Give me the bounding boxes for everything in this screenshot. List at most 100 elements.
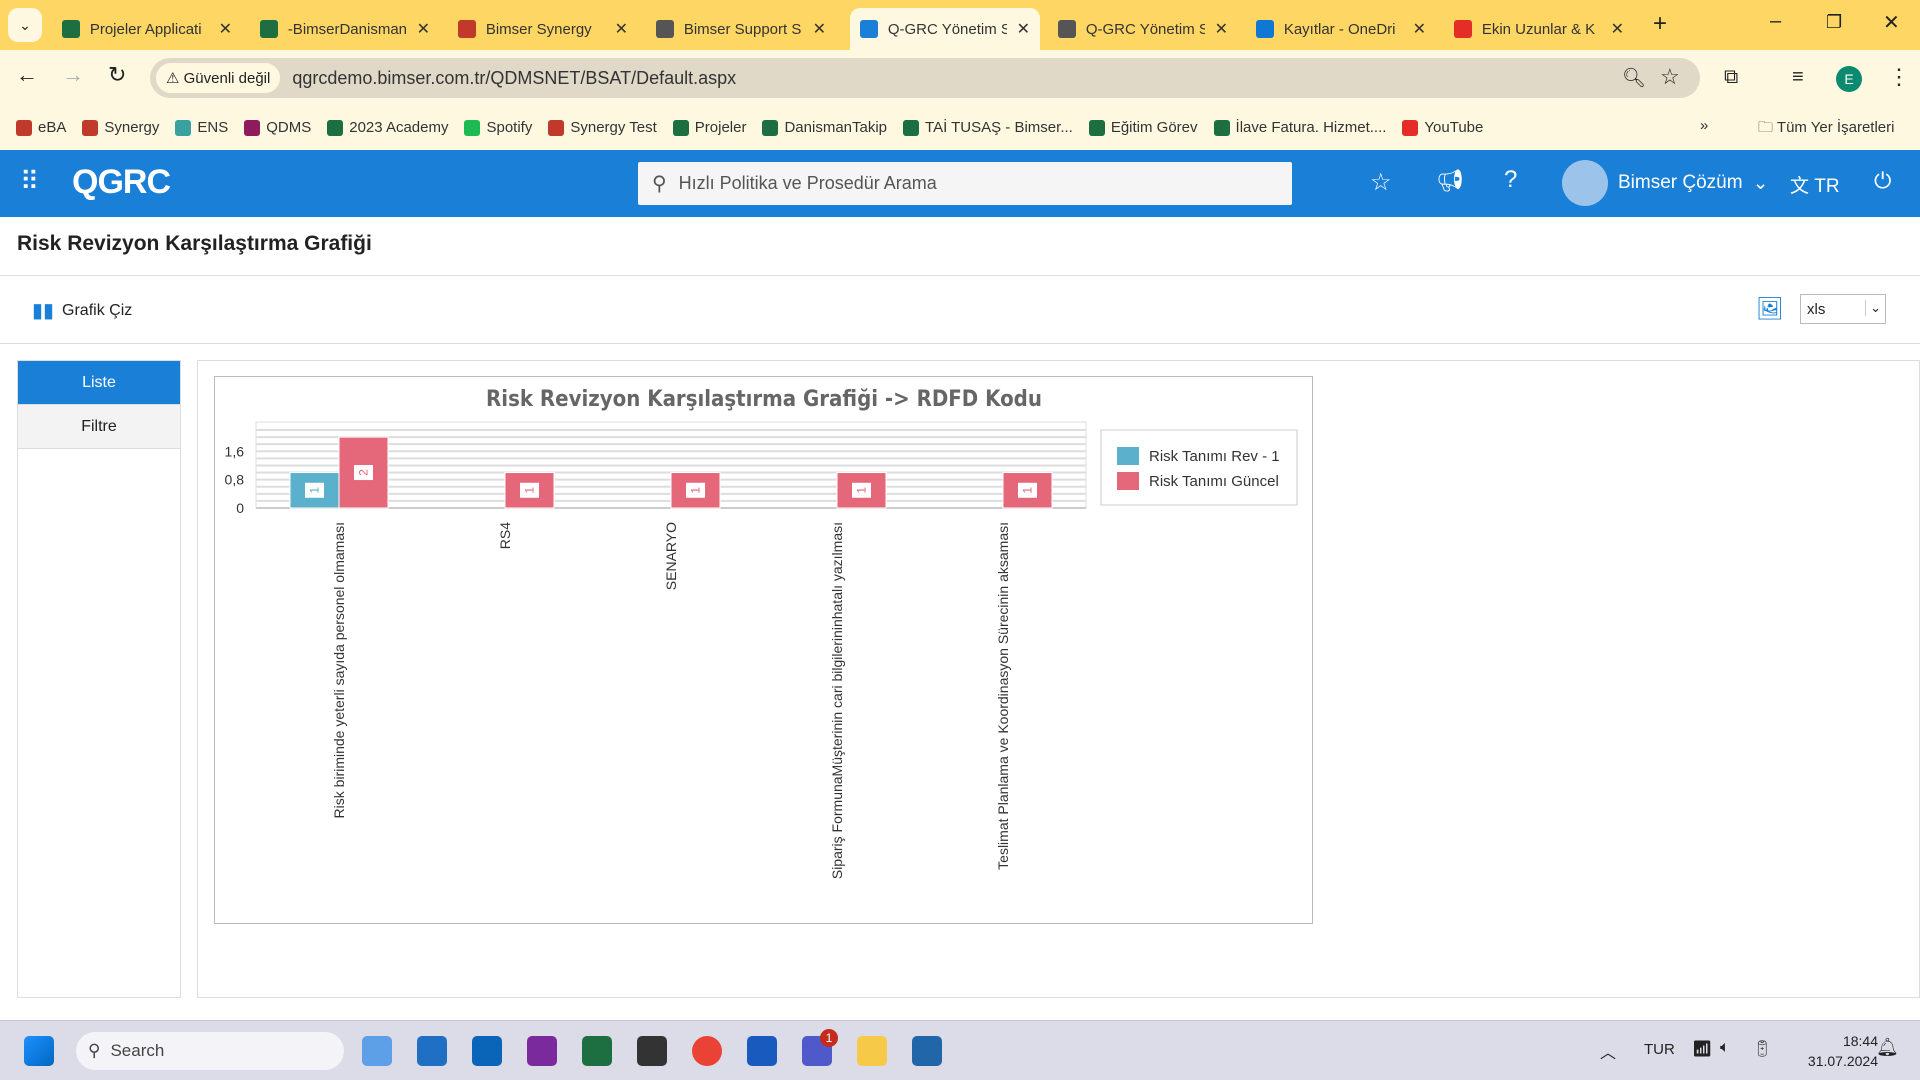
data-label: 1 — [855, 487, 869, 494]
outlook-icon[interactable] — [472, 1036, 502, 1066]
wifi-icon[interactable]: 📶︎ — [1692, 1039, 1712, 1059]
close-tab-icon[interactable]: ✕ — [615, 19, 628, 39]
bookmark-item[interactable]: eBA — [16, 119, 66, 136]
media-icon[interactable]: ≡ — [1792, 66, 1804, 89]
tab-search-button[interactable]: ⌄ — [8, 8, 42, 42]
defender-icon[interactable] — [912, 1036, 942, 1066]
volume-icon[interactable]: 🔈︎ — [1720, 1039, 1730, 1057]
tab-1[interactable]: -BimserDanismanl ✕ — [250, 8, 440, 50]
bookmark-icon — [175, 119, 192, 136]
bookmark-item[interactable]: Eğitim Görev — [1088, 119, 1198, 136]
bookmark-icon — [464, 119, 481, 136]
reload-button[interactable]: ↻ — [108, 62, 126, 88]
policy-search-input[interactable]: ⚲ Hızlı Politika ve Prosedür Arama — [638, 162, 1292, 205]
notification-badge: 1 — [820, 1029, 838, 1047]
bookmark-item[interactable]: 2023 Academy — [327, 119, 448, 136]
clock[interactable]: 18:44 31.07.2024 — [1790, 1031, 1878, 1071]
input-language[interactable]: TUR — [1644, 1041, 1675, 1058]
bookmark-item[interactable]: Projeler — [672, 119, 746, 136]
tab-4[interactable]: Q-GRC Yönetim S ✕ — [850, 8, 1040, 50]
tab-2[interactable]: Bimser Synergy ✕ — [448, 8, 638, 50]
excel-icon[interactable] — [582, 1036, 612, 1066]
chart-container: Risk Revizyon Karşılaştırma Grafiği -> R… — [214, 376, 1313, 924]
tab-6[interactable]: Kayıtlar - OneDri ✕ — [1246, 8, 1436, 50]
sidebar-item-liste[interactable]: Liste — [18, 361, 180, 405]
start-icon[interactable] — [24, 1036, 54, 1066]
tab-7[interactable]: Ekin Uzunlar & K ✕ — [1444, 8, 1634, 50]
bookmark-item[interactable]: QDMS — [244, 119, 311, 136]
close-tab-icon[interactable]: ✕ — [1017, 19, 1030, 39]
announcements-icon[interactable]: 📢︎ — [1436, 168, 1464, 194]
bookmark-icon — [244, 119, 261, 136]
favorites-icon[interactable]: ☆ — [1370, 168, 1392, 197]
tray-chevron-icon[interactable]: ︿ — [1600, 1039, 1616, 1063]
tab-0[interactable]: Projeler Applicati ✕ — [52, 8, 242, 50]
omnibox[interactable]: ⚠ Güvenli değil qgrcdemo.bimser.com.tr/Q… — [150, 58, 1700, 98]
word-icon[interactable] — [747, 1036, 777, 1066]
search-icon: ⚲ — [652, 173, 667, 195]
chrome-icon[interactable] — [692, 1036, 722, 1066]
export-image-icon[interactable]: 🖼︎ — [1756, 296, 1784, 322]
close-tab-icon[interactable]: ✕ — [1611, 19, 1624, 39]
bookmark-icon — [16, 119, 32, 136]
close-tab-icon[interactable]: ✕ — [417, 19, 430, 39]
widgets-icon[interactable] — [417, 1036, 447, 1066]
app-logo[interactable]: QGRC — [72, 163, 171, 202]
tab-3[interactable]: Bimser Support S ✕ — [646, 8, 836, 50]
x-tick-label: Teslimat Planlama ve Koordinasyon Süreci… — [995, 522, 1011, 870]
zoom-icon[interactable]: 🔍︎ — [1622, 66, 1646, 90]
file-explorer-icon[interactable] — [857, 1036, 887, 1066]
taskbar-search[interactable]: ⚲ Search — [76, 1032, 344, 1070]
menu-icon[interactable]: ⋮ — [1888, 64, 1910, 90]
help-icon[interactable]: ? — [1504, 166, 1517, 194]
battery-icon[interactable]: 🔋︎ — [1752, 1039, 1772, 1059]
close-tab-icon[interactable]: ✕ — [219, 19, 232, 39]
new-tab-button[interactable]: + — [1653, 10, 1667, 38]
onenote-icon[interactable] — [527, 1036, 557, 1066]
youtube-icon — [1454, 20, 1472, 38]
sticky-notes-icon[interactable] — [637, 1036, 667, 1066]
draw-chart-button[interactable]: ▮▮ Grafik Çiz — [32, 298, 132, 323]
minimize-button[interactable]: – — [1770, 10, 1781, 33]
divider — [0, 275, 1920, 276]
sidebar-item-filtre[interactable]: Filtre — [18, 405, 180, 449]
bookmark-star-icon[interactable]: ☆ — [1660, 64, 1680, 90]
export-format-select[interactable]: xls ⌄ — [1800, 294, 1886, 324]
bookmark-icon — [327, 119, 344, 136]
bookmark-icon — [1402, 119, 1419, 136]
close-tab-icon[interactable]: ✕ — [1215, 19, 1228, 39]
tab-5[interactable]: Q-GRC Yönetim S ✕ — [1048, 8, 1238, 50]
language-switch[interactable]: 文 TR — [1790, 171, 1840, 198]
bookmark-item[interactable]: TAİ TUSAŞ - Bimser... — [903, 119, 1073, 136]
bookmark-item[interactable]: ENS — [175, 119, 228, 136]
close-tab-icon[interactable]: ✕ — [813, 19, 826, 39]
apps-grid-icon[interactable]: ⠿ — [20, 168, 39, 194]
notifications-bell-icon[interactable]: 🔔︎ — [1876, 1037, 1899, 1058]
x-tick-label: Risk biriminde yeterli sayıda personel o… — [331, 522, 347, 818]
more-bookmarks-icon[interactable]: » — [1700, 117, 1708, 134]
user-menu[interactable]: Bimser Çözüm ⌄ — [1562, 160, 1769, 206]
bookmarks-bar: eBA Synergy ENS QDMS 2023 Academy Spotify Syne… — [0, 105, 1920, 150]
close-window-button[interactable]: ✕ — [1883, 10, 1900, 35]
logout-icon[interactable]: ⏻ — [1874, 168, 1891, 194]
bookmark-item[interactable]: Synergy — [82, 119, 159, 136]
forward-button[interactable]: → — [62, 62, 84, 88]
bookmark-item[interactable]: YouTube — [1402, 119, 1483, 136]
profile-avatar[interactable]: E — [1836, 66, 1862, 92]
all-bookmarks[interactable]: 🗀 Tüm Yer İşaretleri — [1758, 117, 1894, 142]
divider — [0, 343, 1920, 344]
x-tick-label: Sipariş FormunaMüşterinin cari bilgileri… — [829, 522, 845, 879]
bookmark-item[interactable]: Spotify — [464, 119, 532, 136]
restore-button[interactable]: ❐ — [1826, 12, 1842, 33]
bookmark-item[interactable]: DanismanTakip — [762, 119, 887, 136]
back-button[interactable]: ← — [16, 62, 38, 88]
bookmark-item[interactable]: Synergy Test — [548, 119, 657, 136]
bookmark-item[interactable]: İlave Fatura. Hizmet.... — [1213, 119, 1386, 136]
globe-icon — [656, 20, 674, 38]
globe-icon — [1058, 20, 1076, 38]
close-tab-icon[interactable]: ✕ — [1413, 19, 1426, 39]
extensions-icon[interactable]: ⧉ — [1724, 66, 1738, 89]
url-text[interactable]: qgrcdemo.bimser.com.tr/QDMSNET/BSAT/Defa… — [292, 68, 736, 89]
copilot-icon[interactable] — [362, 1036, 392, 1066]
security-indicator[interactable]: ⚠ Güvenli değil — [156, 63, 281, 93]
